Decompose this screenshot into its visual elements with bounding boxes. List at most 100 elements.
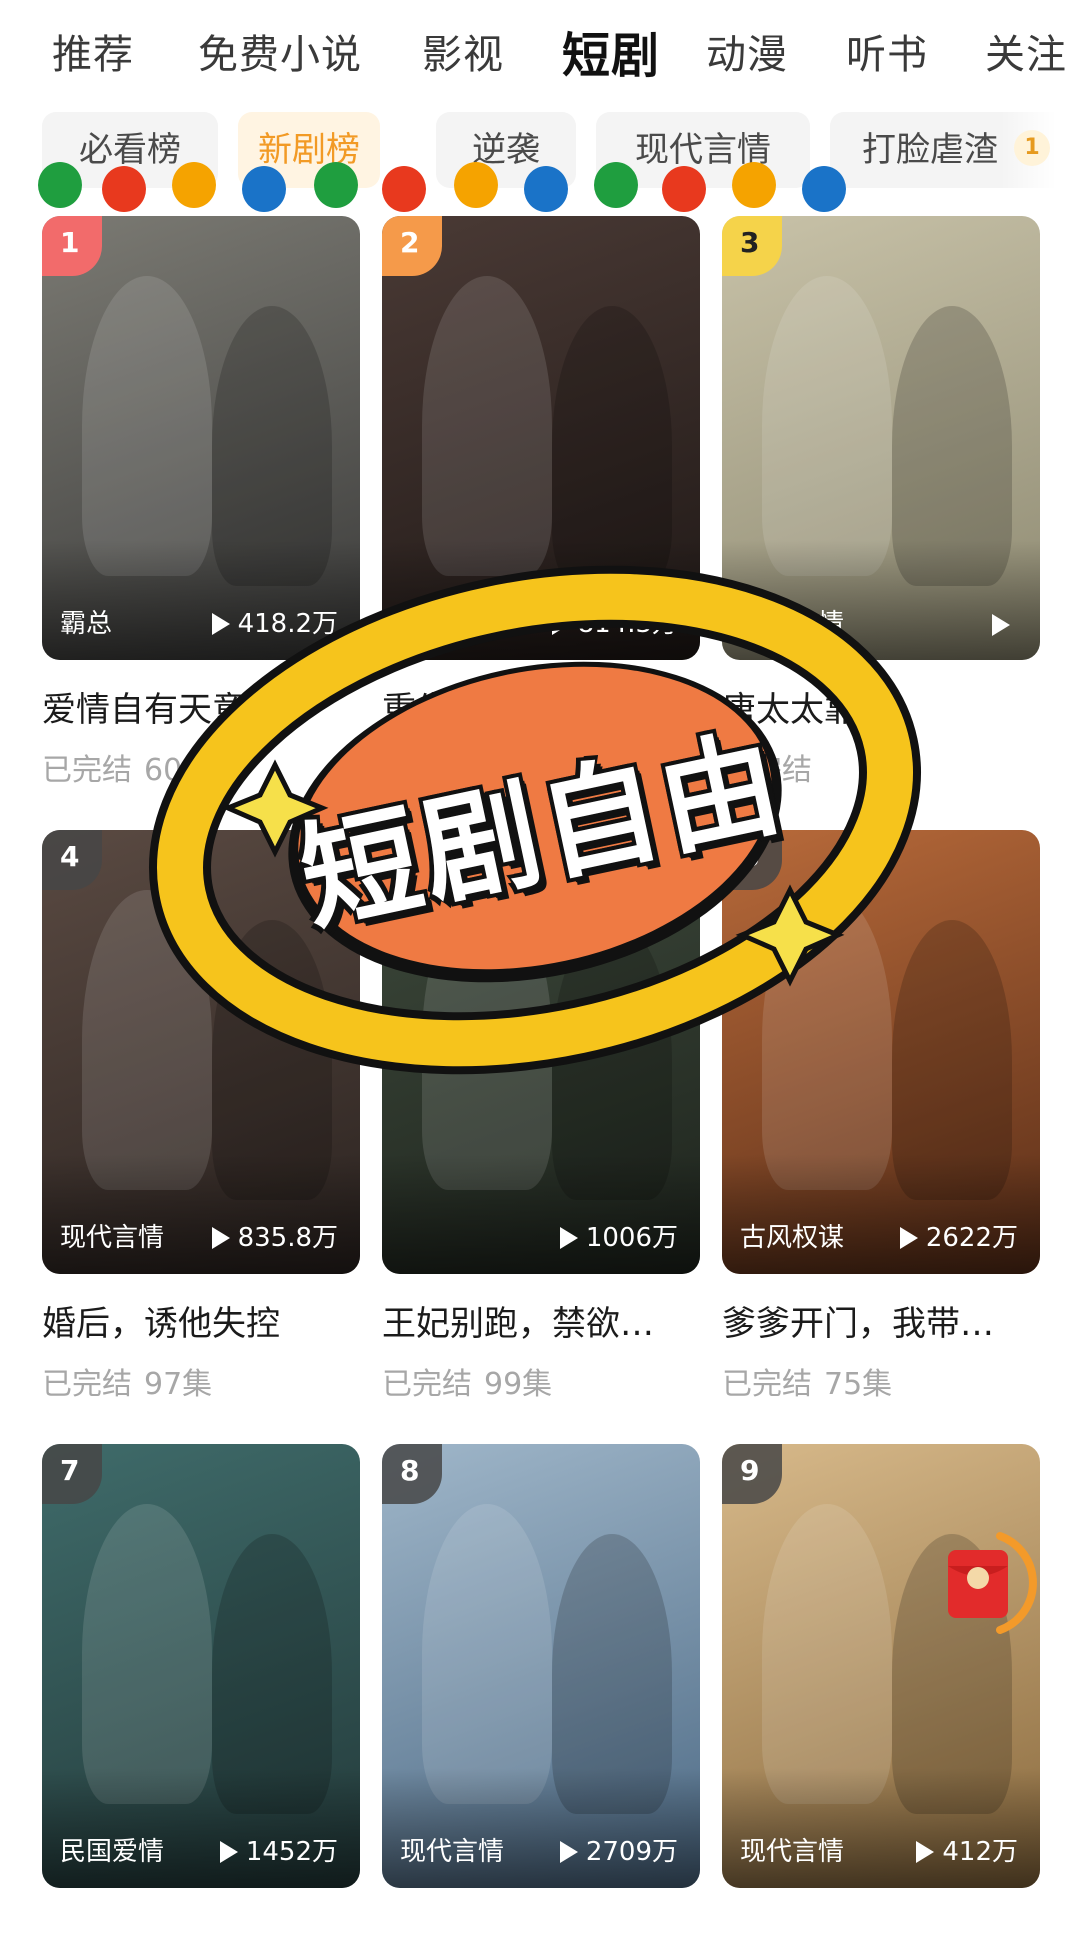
play-icon (916, 1841, 935, 1863)
play-count: 2709万 (559, 1831, 678, 1868)
drama-poster[interactable]: 8 现代言情 2709万 (382, 1444, 700, 1888)
genre-label: 现代言情 (60, 1223, 165, 1253)
tab-short-drama[interactable]: 短剧 (562, 16, 660, 86)
drama-title[interactable]: 爱情自有天意 (42, 682, 360, 731)
drama-status: 已完结 (382, 1367, 472, 1402)
decorative-dot (802, 166, 846, 212)
poster-shade (42, 1154, 360, 1274)
poster-figure (82, 1504, 212, 1804)
drama-card[interactable]: 1 霸总 418.2万 爱情自有天意 已完结 60集 (42, 216, 360, 789)
play-icon (899, 1227, 918, 1249)
drama-card[interactable]: 7 民国爱情 1452万 (42, 1444, 360, 1959)
play-count-value: 412万 (942, 1837, 1018, 1867)
drama-title[interactable]: 王妃别跑，禁欲… (382, 1296, 700, 1345)
drama-meta: 已完结 77集 (382, 745, 700, 789)
genre-label: 古风权谋 (740, 1223, 845, 1253)
drama-meta: 已完结 97集 (42, 1359, 360, 1403)
drama-meta: 已完结 75集 (722, 1359, 1040, 1403)
drama-card[interactable]: 4 现代言情 835.8万 婚后，诱他失控 已完结 97集 (42, 830, 360, 1403)
red-packet-icon (948, 1532, 1037, 1634)
decorative-dot (382, 166, 426, 212)
tab-recommend[interactable]: 推荐 (52, 22, 134, 80)
decorative-dot (524, 166, 568, 212)
play-count: 2622万 (899, 1217, 1018, 1254)
decorative-dot (242, 166, 286, 212)
drama-card[interactable]: 3 现代言情 唐太太靠… 已完结 (722, 216, 1040, 789)
drama-card[interactable]: 2 现代言情 814.3万 重生后 已完结 77集 (382, 216, 700, 789)
drama-title[interactable]: 爹爹开门，我带… (722, 1296, 1040, 1345)
drama-poster[interactable]: 4 现代言情 835.8万 (42, 830, 360, 1274)
rank-badge: 6 (722, 830, 782, 890)
poster-shade (382, 1154, 700, 1274)
play-count: 412万 (916, 1831, 1018, 1868)
drama-card[interactable]: 9 现代言情 412万 (722, 1444, 1040, 1959)
episode-count: 97集 (144, 1367, 213, 1402)
poster-shade (42, 1768, 360, 1888)
drama-card[interactable]: 5 1006万 王妃别跑，禁欲… 已完结 99集 (382, 830, 700, 1403)
rank-badge: 8 (382, 1444, 442, 1504)
poster-shade (722, 540, 1040, 660)
episode-count: 77集 (484, 753, 553, 788)
decorative-dot (172, 162, 216, 208)
play-count-value: 814.3万 (577, 609, 678, 639)
tab-free-novel[interactable]: 免费小说 (198, 22, 362, 80)
drama-title[interactable]: 婚后，诱他失控 (42, 1296, 360, 1345)
tab-film-tv[interactable]: 影视 (422, 22, 504, 80)
drama-status: 已完结 (42, 753, 132, 788)
drama-meta (42, 1924, 360, 1959)
notification-badge: 1 (1014, 130, 1050, 166)
drama-status: 已完结 (382, 753, 472, 788)
play-icon (992, 614, 1010, 636)
poster-figure (762, 276, 892, 576)
poster-shade (722, 1768, 1040, 1888)
drama-title[interactable]: 重生后 (382, 682, 700, 731)
decorative-dot (732, 162, 776, 208)
rank-badge: 9 (722, 1444, 782, 1504)
drama-meta: 已完结 60集 (42, 745, 360, 789)
drama-card[interactable]: 8 现代言情 2709万 (382, 1444, 700, 1959)
tab-anime[interactable]: 动漫 (706, 22, 788, 80)
poster-figure (422, 890, 552, 1190)
poster-shade (42, 540, 360, 660)
poster-figure (762, 890, 892, 1190)
rank-badge: 2 (382, 216, 442, 276)
decorative-dot (102, 166, 146, 212)
episode-count: 60集 (144, 753, 213, 788)
decorative-dot (662, 166, 706, 212)
tab-follow[interactable]: 关注 (985, 22, 1067, 80)
red-packet-float[interactable] (930, 1528, 1040, 1638)
poster-figure (422, 276, 552, 576)
play-count (992, 610, 1018, 640)
drama-poster[interactable]: 7 民国爱情 1452万 (42, 1444, 360, 1888)
poster-shade (382, 1768, 700, 1888)
tab-audiobook[interactable]: 听书 (846, 22, 928, 80)
drama-meta (722, 1924, 1040, 1959)
genre-label: 现代言情 (400, 1837, 505, 1867)
rank-badge: 4 (42, 830, 102, 890)
drama-card[interactable]: 6 古风权谋 2622万 爹爹开门，我带… 已完结 75集 (722, 830, 1040, 1403)
drama-poster[interactable]: 1 霸总 418.2万 (42, 216, 360, 660)
play-icon (219, 1841, 238, 1863)
drama-poster[interactable]: 6 古风权谋 2622万 (722, 830, 1040, 1274)
drama-meta: 已完结 99集 (382, 1359, 700, 1403)
play-icon (559, 1841, 578, 1863)
play-count: 835.8万 (211, 1217, 338, 1254)
genre-label: 民国爱情 (60, 1837, 165, 1867)
episode-count: 99集 (484, 1367, 553, 1402)
drama-status: 已完结 (722, 1367, 812, 1402)
play-icon (559, 1227, 578, 1249)
poster-figure (82, 890, 212, 1190)
rank-badge: 7 (42, 1444, 102, 1504)
drama-poster[interactable]: 9 现代言情 412万 (722, 1444, 1040, 1888)
drama-poster[interactable]: 5 1006万 (382, 830, 700, 1274)
genre-label: 现代言情 (740, 609, 845, 639)
poster-shade (722, 1154, 1040, 1274)
drama-title[interactable]: 唐太太靠… (722, 682, 1040, 731)
play-count: 1006万 (559, 1217, 678, 1254)
play-count: 1452万 (219, 1831, 338, 1868)
drama-poster[interactable]: 3 现代言情 (722, 216, 1040, 660)
play-count: 814.3万 (551, 603, 678, 640)
drama-poster[interactable]: 2 现代言情 814.3万 (382, 216, 700, 660)
decorative-dot (38, 162, 82, 208)
play-count-value: 835.8万 (237, 1223, 338, 1253)
